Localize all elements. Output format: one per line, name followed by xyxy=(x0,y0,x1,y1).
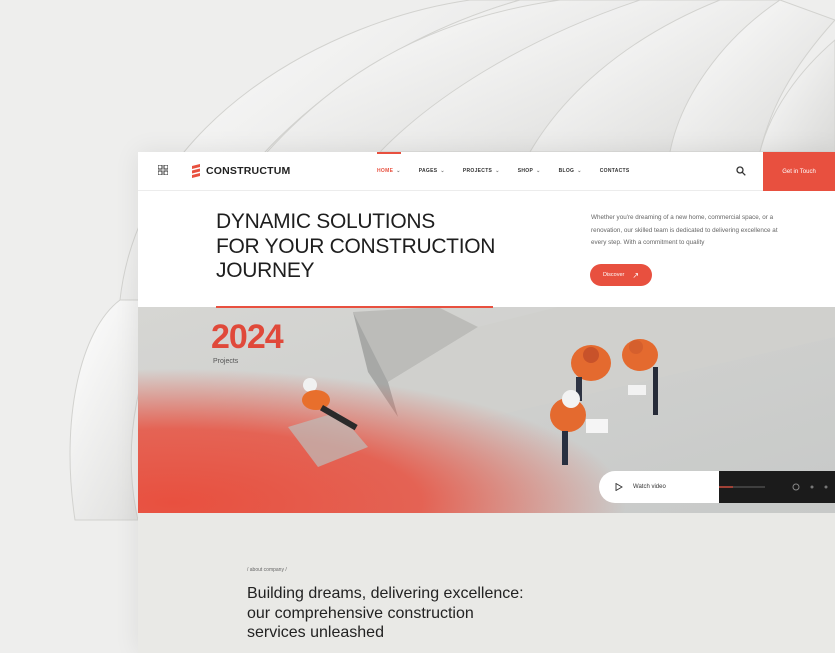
menu-item-shop[interactable]: SHOP ⌄ xyxy=(518,152,541,190)
search-icon[interactable] xyxy=(736,166,746,176)
menu-item-home[interactable]: HOME ⌄ xyxy=(377,152,401,190)
watch-video-button[interactable]: Watch video xyxy=(599,471,719,503)
grid-icon[interactable] xyxy=(158,165,168,175)
projects-label: Projects xyxy=(213,358,239,365)
chevron-down-icon: ⌄ xyxy=(440,168,445,174)
menu-item-projects[interactable]: PROJECTS ⌄ xyxy=(463,152,500,190)
main-menu: HOME ⌄ PAGES ⌄ PROJECTS ⌄ SHOP ⌄ BLOG ⌄ CONTA… xyxy=(377,152,648,190)
hero-title: DYNAMIC SOLUTIONS FOR YOUR CONSTRUCTION … xyxy=(216,210,496,282)
about-title: Building dreams, delivering excellence: … xyxy=(247,585,524,641)
menu-item-contacts[interactable]: CONTACTS xyxy=(600,152,630,190)
menu-item-pages[interactable]: PAGES ⌄ xyxy=(419,152,445,190)
hero-description: Whether you're dreaming of a new home, c… xyxy=(591,214,778,246)
settings-icon[interactable] xyxy=(792,483,800,491)
about-section: / about company / Building dreams, deliv… xyxy=(138,513,835,653)
about-kicker: / about company / xyxy=(247,567,287,573)
logo-mark-icon xyxy=(192,164,200,178)
discover-button[interactable]: Discover ↗ xyxy=(590,264,652,286)
logo-text: CONSTRUCTUM xyxy=(206,165,291,177)
projects-year: 2024 xyxy=(211,318,284,356)
get-in-touch-button[interactable]: Get in Touch xyxy=(763,152,835,191)
arrow-up-right-icon: ↗ xyxy=(632,270,640,280)
chevron-down-icon: ⌄ xyxy=(396,168,401,174)
logo[interactable]: CONSTRUCTUM xyxy=(192,162,290,180)
menu-item-blog[interactable]: BLOG ⌄ xyxy=(559,152,582,190)
chevron-down-icon: ⌄ xyxy=(536,168,541,174)
top-navigation: CONSTRUCTUM HOME ⌄ PAGES ⌄ PROJECTS ⌄ SHOP ⌄… xyxy=(138,152,835,191)
website-preview: CONSTRUCTUM HOME ⌄ PAGES ⌄ PROJECTS ⌄ SHOP ⌄… xyxy=(138,152,835,653)
chevron-down-icon: ⌄ xyxy=(495,168,500,174)
play-icon xyxy=(615,483,623,491)
chevron-down-icon: ⌄ xyxy=(577,168,582,174)
red-divider xyxy=(216,306,493,308)
